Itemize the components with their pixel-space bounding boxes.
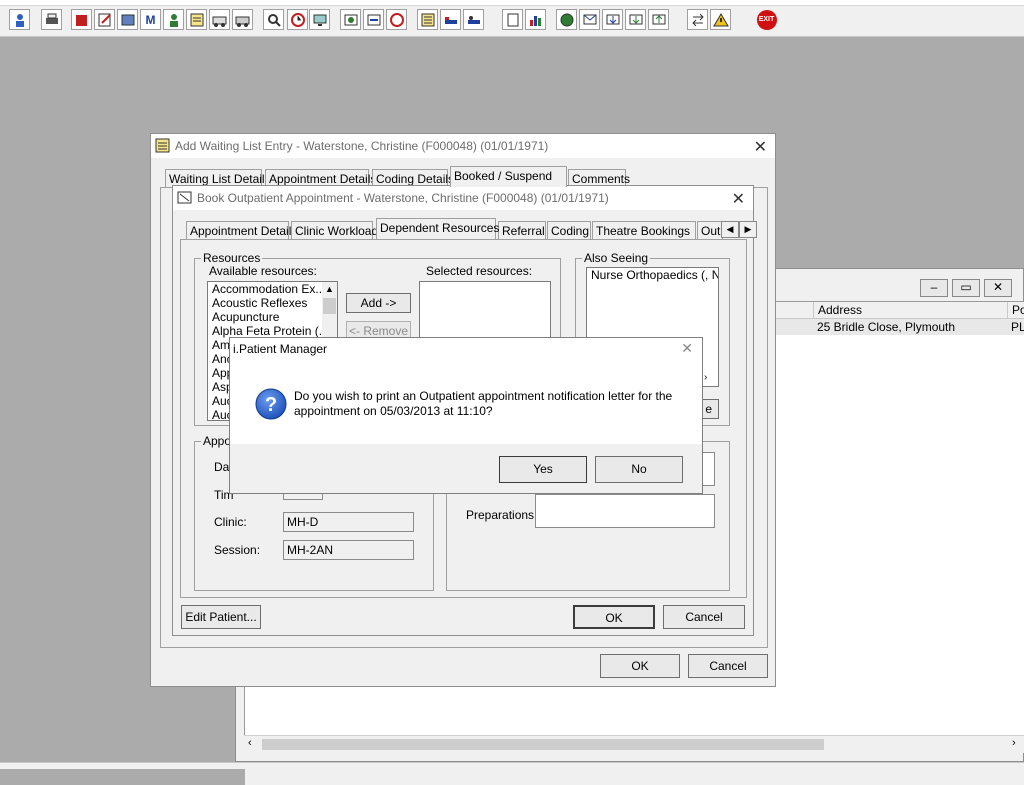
preparations-field[interactable]	[535, 494, 715, 528]
scroll-thumb[interactable]	[323, 298, 336, 314]
resources-group-title: Resources	[201, 251, 263, 265]
yes-button[interactable]: Yes	[499, 456, 587, 483]
list-item[interactable]: Alpha Feta Protein (...	[208, 324, 337, 338]
clock-icon[interactable]	[287, 9, 308, 30]
list-item[interactable]: Nurse Orthopaedics (, NLC	[587, 268, 718, 282]
appointment-book-icon	[177, 191, 192, 204]
horizontal-scrollbar[interactable]: ‹ ›	[244, 735, 1024, 753]
tab-out[interactable]: Out	[697, 221, 723, 239]
notes-icon[interactable]	[186, 9, 207, 30]
cancel-button[interactable]: Cancel	[663, 605, 745, 629]
question-icon: ?	[255, 388, 287, 420]
close-icon[interactable]: ✕	[754, 137, 767, 157]
exit-icon[interactable]: EXIT	[756, 9, 777, 30]
svg-text:?: ?	[265, 394, 277, 416]
list-icon[interactable]	[417, 9, 438, 30]
no-button[interactable]: No	[595, 456, 683, 483]
dialog-message: Do you wish to print an Outpatient appoi…	[294, 389, 673, 418]
red-book-icon[interactable]	[71, 9, 92, 30]
available-resources-label: Available resources:	[209, 264, 317, 278]
list-item[interactable]: Acoustic Reflexes	[208, 296, 337, 310]
bed-icon[interactable]	[440, 9, 461, 30]
dialog-title: i.Patient Manager	[233, 342, 328, 356]
transport-icon[interactable]	[232, 9, 253, 30]
message-icon[interactable]	[579, 9, 600, 30]
booking-icon[interactable]	[363, 9, 384, 30]
close-button[interactable]: ✕	[984, 279, 1012, 297]
appointment-tabs: Appointment Details Clinic Workload Depe…	[186, 218, 757, 239]
tab-referral[interactable]: Referral	[498, 221, 546, 239]
book-appointment-titlebar: Book Outpatient Appointment - Waterstone…	[173, 186, 753, 210]
document-icon[interactable]	[502, 9, 523, 30]
list-item[interactable]: Accommodation Ex...	[208, 282, 337, 296]
edit-patient-button[interactable]: Edit Patient...	[181, 605, 261, 629]
tab-booked-suspend[interactable]: Booked / Suspend	[450, 166, 567, 187]
add-resource-button[interactable]: Add ->	[346, 293, 411, 313]
patient-icon[interactable]	[9, 9, 30, 30]
search-records-icon[interactable]	[263, 9, 284, 30]
print-letter-dialog: i.Patient Manager ✕ ? Do you wish to pri…	[229, 337, 703, 494]
schedule-icon[interactable]	[340, 9, 361, 30]
scroll-left-icon[interactable]: ‹	[248, 737, 252, 749]
notepad-icon	[155, 138, 170, 153]
exit-label: EXIT	[756, 9, 777, 30]
timer-icon[interactable]	[386, 9, 407, 30]
waiting-list-titlebar: Add Waiting List Entry - Waterstone, Chr…	[151, 134, 775, 158]
dialog-footer: Yes No	[230, 444, 702, 493]
book-appointment-title: Book Outpatient Appointment - Waterstone…	[197, 191, 609, 205]
window-controls: – ▭ ✕	[776, 277, 1020, 299]
clinic-label: Clinic:	[214, 515, 247, 529]
tab-coding[interactable]: Coding	[547, 221, 591, 239]
date-label: Da	[214, 460, 230, 474]
doctor-icon[interactable]	[163, 9, 184, 30]
close-icon[interactable]: ✕	[732, 189, 745, 209]
selected-resources-label: Selected resources:	[426, 264, 533, 278]
image-icon[interactable]	[117, 9, 138, 30]
scroll-up-icon[interactable]: ▲	[322, 282, 337, 296]
printer-icon[interactable]	[41, 9, 62, 30]
session-field[interactable]: MH-2AN	[283, 540, 414, 560]
minimize-button[interactable]: –	[920, 279, 948, 297]
scroll-thumb[interactable]	[262, 739, 824, 750]
waiting-list-title: Add Waiting List Entry - Waterstone, Chr…	[175, 139, 549, 153]
tab-dependent-resources[interactable]: Dependent Resources	[376, 218, 499, 239]
ok-button[interactable]: OK	[600, 654, 680, 678]
scroll-right-icon[interactable]: ›	[1012, 737, 1016, 749]
swap-icon[interactable]	[687, 9, 708, 30]
ok-button[interactable]: OK	[573, 605, 655, 629]
clinic-field[interactable]: MH-D	[283, 512, 414, 532]
postcode-column-header[interactable]: Po	[1007, 302, 1024, 318]
preparations-label: Preparations:	[466, 508, 538, 522]
download-icon[interactable]	[602, 9, 623, 30]
tab-scroll-left-icon[interactable]: ◀	[721, 221, 739, 238]
bar-chart-icon[interactable]	[525, 9, 546, 30]
restore-button[interactable]: ▭	[952, 279, 980, 297]
edit-document-icon[interactable]	[94, 9, 115, 30]
main-toolbar: M EXIT	[0, 0, 1024, 37]
ward-icon[interactable]	[463, 9, 484, 30]
menu-strip	[0, 0, 1024, 6]
cancel-button[interactable]: Cancel	[688, 654, 768, 678]
close-icon[interactable]: ✕	[681, 340, 693, 357]
tab-appointment-details[interactable]: Appointment Details	[186, 221, 297, 239]
scroll-right-icon[interactable]: ›	[704, 372, 707, 383]
export-icon[interactable]	[648, 9, 669, 30]
m-letter-icon[interactable]: M	[140, 9, 161, 30]
session-label: Session:	[214, 543, 261, 557]
tab-theatre-bookings[interactable]: Theatre Bookings	[592, 221, 696, 239]
globe-icon[interactable]	[556, 9, 577, 30]
ambulance-icon[interactable]	[209, 9, 230, 30]
horizontal-scrollbar[interactable]	[245, 768, 1024, 785]
warning-icon[interactable]	[710, 9, 731, 30]
import-icon[interactable]	[625, 9, 646, 30]
list-item[interactable]: Acupuncture	[208, 310, 337, 324]
tab-scroll-right-icon[interactable]: ▶	[739, 221, 757, 238]
row-postcode: PL	[1011, 320, 1024, 334]
tab-clinic-workload[interactable]: Clinic Workload	[291, 221, 378, 239]
row-address: 25 Bridle Close, Plymouth	[817, 320, 956, 334]
address-column-header[interactable]: Address	[813, 302, 862, 318]
also-seeing-group-title: Also Seeing	[582, 251, 651, 265]
monitor-icon[interactable]	[309, 9, 330, 30]
